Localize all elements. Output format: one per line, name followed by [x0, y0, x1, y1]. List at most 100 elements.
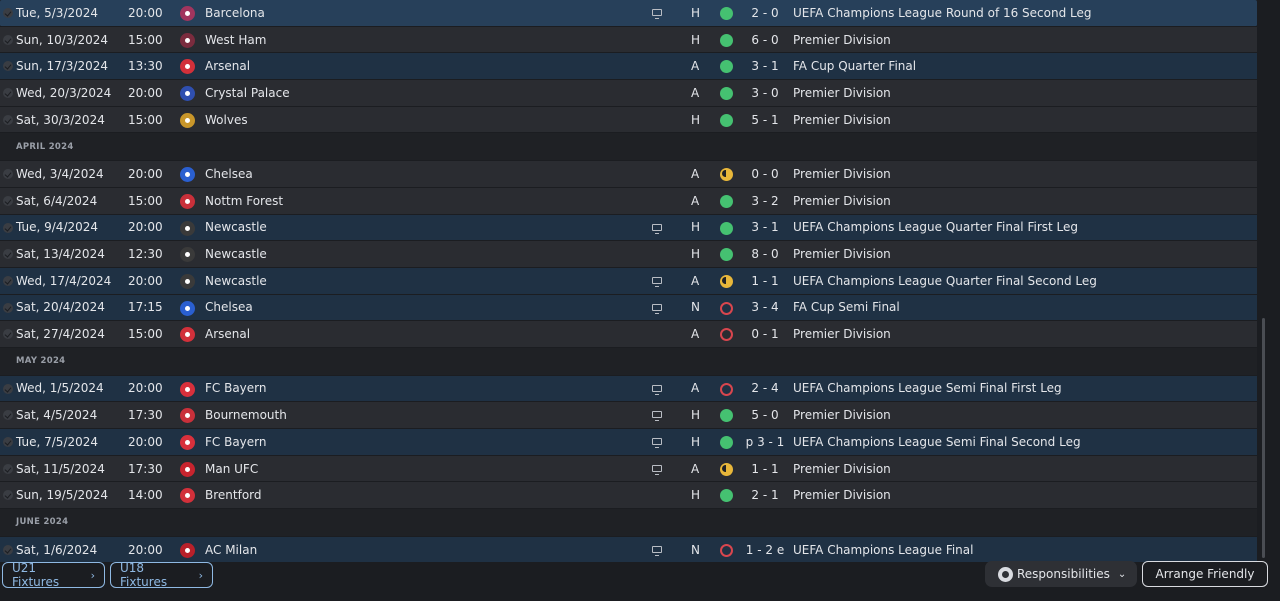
competition-link[interactable]: UEFA Champions League Quarter Final Firs… [793, 220, 1078, 234]
opponent-link[interactable]: AC Milan [205, 543, 257, 557]
score[interactable]: 3 - 0 [740, 86, 790, 100]
fixture-row[interactable]: Sun, 19/5/2024 14:00 Brentford H 2 - 1 Premie… [0, 482, 1257, 510]
fixture-row[interactable]: Wed, 3/4/2024 20:00 Chelsea A 0 - 0 Premier D… [0, 161, 1257, 188]
score[interactable]: 2 - 4 [740, 381, 790, 395]
fixture-row[interactable]: Sat, 4/5/2024 17:30 Bournemouth H 5 - 0 Premi… [0, 402, 1257, 429]
score[interactable]: 3 - 2 [740, 194, 790, 208]
fixture-row[interactable]: Tue, 9/4/2024 20:00 Newcastle H 3 - 1 UEFA Ch… [0, 214, 1257, 242]
opponent-link[interactable]: West Ham [205, 33, 266, 47]
score[interactable]: 0 - 0 [740, 167, 790, 181]
score[interactable]: 5 - 1 [740, 113, 790, 127]
check-icon [3, 34, 13, 45]
fixture-row[interactable]: Wed, 1/5/2024 20:00 FC Bayern A 2 - 4 UEFA Ch… [0, 375, 1257, 403]
fixture-row[interactable]: Sat, 1/6/2024 20:00 AC Milan N 1 - 2 e UEFA C… [0, 536, 1257, 564]
competition-link[interactable]: UEFA Champions League Final [793, 543, 973, 557]
arrange-friendly-button[interactable]: Arrange Friendly [1142, 561, 1268, 587]
result-icon [720, 87, 733, 101]
tv-icon [652, 384, 662, 395]
opponent-link[interactable]: Man UFC [205, 462, 258, 476]
opponent-link[interactable]: Brentford [205, 488, 262, 502]
check-icon [3, 544, 13, 555]
fixture-row[interactable]: Wed, 17/4/2024 20:00 Newcastle A 1 - 1 UEFA C… [0, 267, 1257, 295]
competition-link[interactable]: UEFA Champions League Semi Final Second … [793, 435, 1081, 449]
check-icon [3, 222, 13, 233]
competition-link[interactable]: Premier Division [793, 327, 891, 341]
competition-link[interactable]: Premier Division [793, 113, 891, 127]
result-icon [720, 194, 733, 208]
competition-link[interactable]: UEFA Champions League Quarter Final Seco… [793, 274, 1097, 288]
opponent-link[interactable]: Arsenal [205, 327, 250, 341]
score[interactable]: 2 - 1 [740, 488, 790, 502]
score[interactable]: 3 - 1 [740, 59, 790, 73]
competition-link[interactable]: Premier Division [793, 33, 891, 47]
competition-link[interactable]: UEFA Champions League Semi Final First L… [793, 381, 1062, 395]
venue: A [691, 59, 700, 74]
competition-link[interactable]: Premier Division [793, 86, 891, 100]
check-icon [3, 490, 13, 501]
scrollbar[interactable] [1262, 318, 1265, 558]
responsibilities-icon [998, 566, 1013, 582]
opponent-link[interactable]: Chelsea [205, 167, 253, 181]
check-icon [3, 383, 13, 394]
score[interactable]: p 3 - 1 [740, 435, 790, 449]
fixture-time: 15:00 [128, 32, 163, 47]
fixture-row[interactable]: Sun, 17/3/2024 13:30 Arsenal A 3 - 1 FA Cup Q… [0, 53, 1257, 81]
opponent-link[interactable]: FC Bayern [205, 381, 267, 395]
crest-icon [180, 86, 195, 102]
opponent-link[interactable]: FC Bayern [205, 435, 267, 449]
fixture-row[interactable]: Sat, 13/4/2024 12:30 Newcastle H 8 - 0 Premie… [0, 241, 1257, 268]
competition-link[interactable]: UEFA Champions League Round of 16 Second… [793, 6, 1092, 20]
score[interactable]: 2 - 0 [740, 6, 790, 20]
fixture-row[interactable]: Sat, 6/4/2024 15:00 Nottm Forest A 3 - 2 Prem… [0, 187, 1257, 215]
fixture-row[interactable]: Tue, 5/3/2024 20:00 Barcelona H 2 - 0 UEFA Ch… [0, 0, 1257, 27]
fixture-row[interactable]: Wed, 20/3/2024 20:00 Crystal Palace A 3 - 0P… [0, 80, 1257, 107]
crest-icon [180, 408, 195, 424]
score[interactable]: 3 - 4 [740, 300, 790, 314]
fixture-row[interactable]: Sat, 30/3/2024 15:00 Wolves H 5 - 1 Premier D… [0, 106, 1257, 134]
competition-link[interactable]: Premier Division [793, 194, 891, 208]
competition-link[interactable]: Premier Division [793, 462, 891, 476]
score[interactable]: 1 - 1 [740, 462, 790, 476]
month-header: JUNE 2024 [0, 509, 1257, 537]
fixture-row[interactable]: Tue, 7/5/2024 20:00 FC Bayern Hp 3 - 1 UEFA … [0, 429, 1257, 456]
opponent-link[interactable]: Nottm Forest [205, 194, 283, 208]
score[interactable]: 1 - 2 e [740, 543, 790, 557]
result-icon [720, 33, 733, 47]
tv-icon [652, 545, 662, 556]
competition-link[interactable]: Premier Division [793, 167, 891, 181]
opponent-link[interactable]: Arsenal [205, 59, 250, 73]
competition-link[interactable]: FA Cup Semi Final [793, 300, 900, 314]
crest-icon [180, 300, 195, 316]
venue: A [691, 85, 700, 100]
fixture-row[interactable]: Sat, 20/4/2024 17:15 Chelsea N 3 - 4 FA Cup S… [0, 294, 1257, 322]
fixture-row[interactable]: Sat, 11/5/2024 17:30 Man UFC A 1 - 1 Premier … [0, 455, 1257, 483]
competition-link[interactable]: Premier Division [793, 488, 891, 502]
fixture-date: Sun, 10/3/2024 [16, 32, 108, 47]
opponent-link[interactable]: Newcastle [205, 274, 267, 288]
opponent-link[interactable]: Bournemouth [205, 408, 287, 422]
opponent-link[interactable]: Wolves [205, 113, 248, 127]
fixture-row[interactable]: Sun, 10/3/2024 15:00 West Ham H 6 - 0 Premier… [0, 26, 1257, 54]
opponent-link[interactable]: Barcelona [205, 6, 265, 20]
opponent-link[interactable]: Crystal Palace [205, 86, 290, 100]
opponent-link[interactable]: Chelsea [205, 300, 253, 314]
check-icon [3, 249, 13, 260]
opponent-link[interactable]: Newcastle [205, 247, 267, 261]
u21-fixtures-button[interactable]: U21 Fixtures › [2, 561, 105, 589]
u18-fixtures-button[interactable]: U18 Fixtures › [110, 561, 213, 589]
check-icon [3, 169, 13, 180]
competition-link[interactable]: Premier Division [793, 247, 891, 261]
opponent-link[interactable]: Newcastle [205, 220, 267, 234]
score[interactable]: 1 - 1 [740, 274, 790, 288]
responsibilities-button[interactable]: Responsibilities ⌄ [985, 561, 1137, 587]
crest-icon [180, 220, 195, 236]
score[interactable]: 3 - 1 [740, 220, 790, 234]
score[interactable]: 8 - 0 [740, 247, 790, 261]
check-icon [3, 88, 13, 99]
score[interactable]: 5 - 0 [740, 408, 790, 422]
score[interactable]: 0 - 1 [740, 327, 790, 341]
score[interactable]: 6 - 0 [740, 33, 790, 47]
competition-link[interactable]: Premier Division [793, 408, 891, 422]
competition-link[interactable]: FA Cup Quarter Final [793, 59, 916, 73]
fixture-row[interactable]: Sat, 27/4/2024 15:00 Arsenal A 0 - 1 Premier … [0, 321, 1257, 348]
